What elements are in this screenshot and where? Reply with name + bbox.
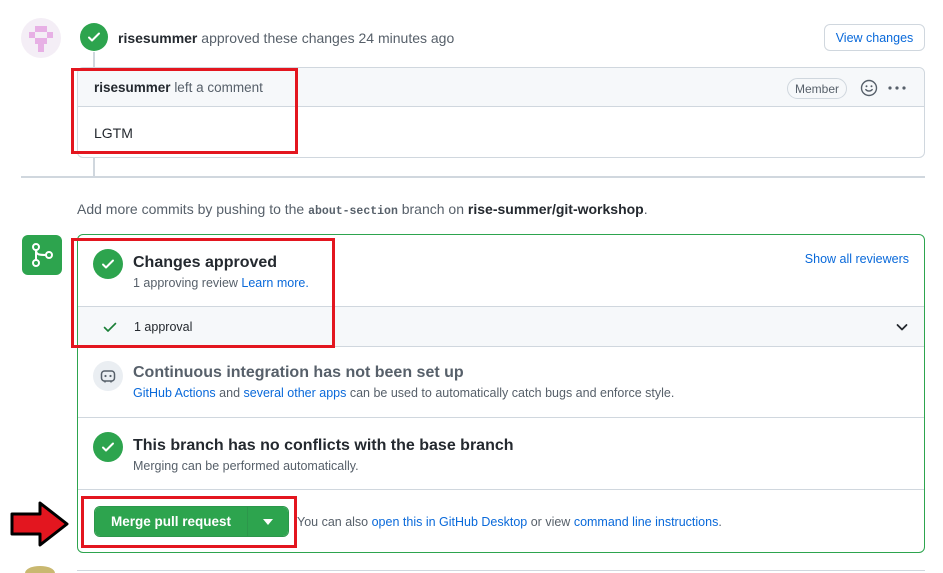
no-conflicts-check-icon bbox=[93, 432, 123, 462]
ci-description: GitHub Actions and several other apps ca… bbox=[133, 386, 674, 400]
push-info: Add more commits by pushing to the about… bbox=[77, 201, 648, 218]
ci-rest-text: can be used to automatically catch bugs … bbox=[349, 386, 675, 400]
merge-hint: You can also open this in GitHub Desktop… bbox=[297, 515, 722, 529]
ci-title: Continuous integration has not been set … bbox=[133, 364, 464, 381]
review-author[interactable]: risesummer bbox=[118, 30, 197, 46]
view-changes-button[interactable]: View changes bbox=[824, 24, 925, 51]
timeline-separator bbox=[21, 176, 925, 178]
annotation-box-approval bbox=[71, 238, 335, 348]
annotation-box-comment bbox=[71, 68, 298, 154]
ci-section: Continuous integration has not been set … bbox=[78, 347, 924, 418]
push-info-suffix: . bbox=[643, 201, 648, 217]
reviewer-avatar[interactable] bbox=[21, 18, 61, 58]
push-info-middle: branch on bbox=[401, 201, 465, 217]
red-arrow-icon bbox=[10, 501, 69, 547]
ci-robot-icon bbox=[93, 361, 123, 391]
merge-hint-prefix: You can also bbox=[297, 515, 369, 529]
command-line-instructions-link[interactable]: command line instructions bbox=[574, 515, 719, 529]
no-conflicts-section: This branch has no conflicts with the ba… bbox=[78, 418, 924, 490]
member-badge: Member bbox=[787, 78, 848, 99]
other-apps-link[interactable]: several other apps bbox=[244, 386, 347, 400]
no-conflicts-sub: Merging can be performed automatically. bbox=[133, 459, 359, 473]
push-info-prefix: Add more commits by pushing to the bbox=[77, 201, 305, 217]
annotation-box-merge bbox=[81, 496, 297, 548]
review-event-text: risesummer approved these changes 24 min… bbox=[118, 30, 454, 46]
chevron-down-icon[interactable] bbox=[895, 320, 909, 334]
show-all-reviewers-link[interactable]: Show all reviewers bbox=[805, 252, 909, 266]
smiley-icon[interactable] bbox=[860, 79, 878, 97]
no-conflicts-title: This branch has no conflicts with the ba… bbox=[133, 437, 514, 454]
kebab-icon[interactable] bbox=[887, 79, 907, 97]
ci-and-text: and bbox=[219, 386, 241, 400]
next-avatar-peek bbox=[25, 566, 55, 573]
next-item-border bbox=[77, 570, 925, 571]
open-in-desktop-link[interactable]: open this in GitHub Desktop bbox=[372, 515, 528, 529]
repo-name: rise-summer/git-workshop bbox=[467, 201, 644, 217]
branch-name: about-section bbox=[308, 205, 398, 218]
merge-hint-suffix: . bbox=[718, 515, 722, 529]
review-action: approved these changes 24 minutes ago bbox=[201, 30, 455, 46]
git-merge-icon bbox=[22, 235, 62, 275]
merge-hint-middle: or view bbox=[530, 515, 571, 529]
github-actions-link[interactable]: GitHub Actions bbox=[133, 386, 216, 400]
approved-check-icon bbox=[80, 23, 108, 51]
